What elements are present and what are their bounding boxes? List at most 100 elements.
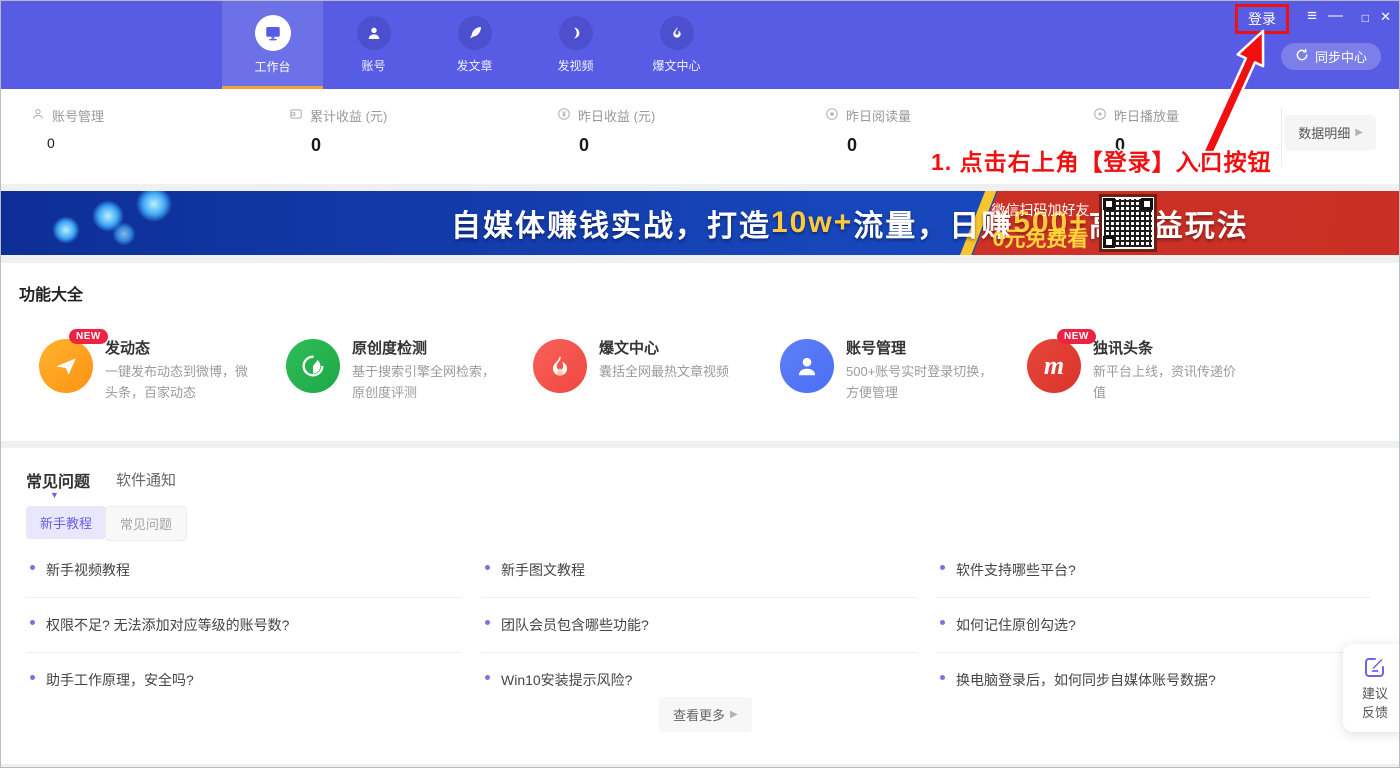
active-tab-triangle-icon: ▼ (50, 490, 59, 500)
stat-value: 0 (31, 135, 251, 151)
view-more-label: 查看更多 (673, 705, 725, 724)
feedback-label-line2: 反馈 (1343, 703, 1400, 722)
divider (1281, 107, 1282, 167)
feature-name: 爆文中心 (599, 337, 659, 358)
banner-decoration (48, 212, 85, 249)
faq-item[interactable]: 软件支持哪些平台? (936, 543, 1371, 598)
qr-code (1099, 194, 1157, 252)
faq-item[interactable]: 助手工作原理，安全吗? (26, 653, 461, 707)
stat-label: 昨日阅读量 (846, 106, 911, 125)
faq-column-1: 新手视频教程 权限不足? 无法添加对应等级的账号数? 助手工作原理，安全吗? (26, 543, 461, 707)
features-panel: 功能大全 NEW 发动态 一键发布动态到微博，微头条，百家动态 原创度检测 基于… (1, 263, 1400, 441)
pill-common-questions[interactable]: 常见问题 (105, 506, 187, 541)
workbench-icon (255, 15, 291, 51)
data-detail-button[interactable]: 数据明细 ▶ (1285, 115, 1376, 150)
promo-line2: 0元免费看 (983, 223, 1098, 253)
chevron-right-icon: ▶ (1355, 127, 1363, 138)
tab-software-notice[interactable]: 软件通知 (116, 469, 176, 490)
feature-desc: 500+账号实时登录切换，方便管理 (846, 361, 996, 403)
faq-item[interactable]: 团队会员包含哪些功能? (481, 598, 916, 653)
feedback-label-line1: 建议 (1343, 684, 1400, 703)
stat-label: 累计收益 (元) (310, 106, 387, 125)
tab-account[interactable]: 账号 (323, 1, 424, 89)
banner-decoration (130, 191, 178, 228)
tab-workbench-label: 工作台 (254, 58, 290, 75)
faq-item[interactable]: 换电脑登录后，如何同步自媒体账号数据? (936, 653, 1371, 707)
maximize-button[interactable]: □ (1362, 8, 1369, 28)
feature-name: 独讯头条 (1093, 337, 1153, 358)
stat-label: 昨日收益 (元) (578, 106, 655, 125)
minimize-button[interactable]: — (1328, 6, 1343, 26)
tab-account-label: 账号 (361, 57, 385, 74)
stat-label: 账号管理 (52, 106, 104, 125)
tab-publish-article[interactable]: 发文章 (424, 1, 525, 89)
feature-name: 发动态 (105, 337, 150, 358)
view-more-button[interactable]: 查看更多 ▶ (659, 697, 752, 732)
faq-panel: 常见问题 ▼ 软件通知 新手教程 常见问题 新手视频教程 权限不足? 无法添加对… (1, 448, 1400, 764)
feature-account-management[interactable]: 账号管理 500+账号实时登录切换，方便管理 (780, 337, 1016, 417)
chevron-right-icon: ▶ (730, 709, 738, 720)
sync-center-button[interactable]: 同步中心 (1281, 43, 1381, 70)
faq-item[interactable]: 权限不足? 无法添加对应等级的账号数? (26, 598, 461, 653)
pill-beginner-tutorial[interactable]: 新手教程 (26, 506, 106, 539)
paper-plane-icon (39, 339, 93, 393)
yen-circle-icon (557, 107, 571, 124)
banner-promo: 微信扫码加好友 0元免费看 (983, 200, 1098, 253)
tab-faq[interactable]: 常见问题 ▼ (26, 468, 90, 492)
tab-publish-article-label: 发文章 (456, 57, 492, 74)
login-button[interactable]: 登录 (1248, 11, 1276, 27)
account-icon (357, 16, 391, 50)
new-badge: NEW (1057, 329, 1096, 344)
app-window: 工作台 账号 发文章 发视频 (0, 0, 1400, 768)
stat-value: 0 (557, 135, 777, 156)
flame-icon (533, 339, 587, 393)
sync-center-label: 同步中心 (1315, 47, 1367, 66)
feature-name: 账号管理 (846, 337, 906, 358)
feature-desc: 新平台上线，资讯传递价值 (1093, 361, 1243, 403)
data-detail-label: 数据明细 (1298, 123, 1350, 142)
wallet-icon (289, 107, 303, 124)
feature-desc: 囊括全网最热文章视频 (599, 361, 749, 382)
close-button[interactable]: ✕ (1380, 7, 1391, 27)
faq-item[interactable]: 新手视频教程 (26, 543, 461, 598)
video-play-icon (559, 16, 593, 50)
feedback-widget[interactable]: 建议 反馈 (1343, 644, 1400, 732)
gauge-icon (286, 339, 340, 393)
feature-name: 原创度检测 (352, 337, 427, 358)
faq-column-3: 软件支持哪些平台? 如何记住原创勾选? 换电脑登录后，如何同步自媒体账号数据? (936, 543, 1371, 707)
stat-yesterday-income: 昨日收益 (元) 0 (557, 106, 777, 156)
flame-icon (660, 16, 694, 50)
read-target-icon (825, 107, 839, 124)
feature-originality-check[interactable]: 原创度检测 基于搜索引擎全网检索，原创度评测 (286, 337, 522, 417)
tab-publish-video[interactable]: 发视频 (525, 1, 626, 89)
stat-label: 昨日播放量 (1114, 106, 1179, 125)
feature-desc: 一键发布动态到微博，微头条，百家动态 (105, 361, 255, 403)
main-nav: 工作台 账号 发文章 发视频 (222, 1, 727, 89)
features-title: 功能大全 (19, 281, 83, 305)
menu-button[interactable]: ≡ (1307, 6, 1317, 26)
tab-publish-video-label: 发视频 (557, 57, 593, 74)
tab-hot-center[interactable]: 爆文中心 (626, 1, 727, 89)
tab-workbench[interactable]: 工作台 (222, 1, 323, 89)
new-badge: NEW (69, 329, 108, 344)
promo-banner[interactable]: 自媒体赚钱实战，打造10w+流量，日赚500+高收益玩法 微信扫码加好友 0元免… (1, 191, 1400, 255)
feature-desc: 基于搜索引擎全网检索，原创度评测 (352, 361, 502, 403)
annotation-step-text: 1. 点击右上角【登录】入口按钮 (931, 143, 1272, 177)
stat-account-management: 账号管理 0 (31, 106, 251, 151)
stat-total-income: 累计收益 (元) 0 (289, 106, 509, 156)
login-highlight-box[interactable]: 登录 (1235, 4, 1289, 34)
feature-duxun-toutiao[interactable]: NEW m 独讯头条 新平台上线，资讯传递价值 (1027, 337, 1263, 417)
refresh-icon (1295, 48, 1309, 65)
promo-line1: 微信扫码加好友 (983, 200, 1098, 220)
faq-item[interactable]: 新手图文教程 (481, 543, 916, 598)
feature-hot-center[interactable]: 爆文中心 囊括全网最热文章视频 (533, 337, 769, 417)
tab-hot-center-label: 爆文中心 (652, 57, 700, 74)
feature-post-dynamic[interactable]: NEW 发动态 一键发布动态到微博，微头条，百家动态 (39, 337, 275, 417)
person-icon (780, 339, 834, 393)
header-bar: 工作台 账号 发文章 发视频 (1, 1, 1400, 89)
person-outline-icon (31, 107, 45, 124)
faq-item[interactable]: 如何记住原创勾选? (936, 598, 1371, 653)
edit-pen-icon (1363, 666, 1387, 683)
stat-value: 0 (289, 135, 509, 156)
play-circle-icon (1093, 107, 1107, 124)
